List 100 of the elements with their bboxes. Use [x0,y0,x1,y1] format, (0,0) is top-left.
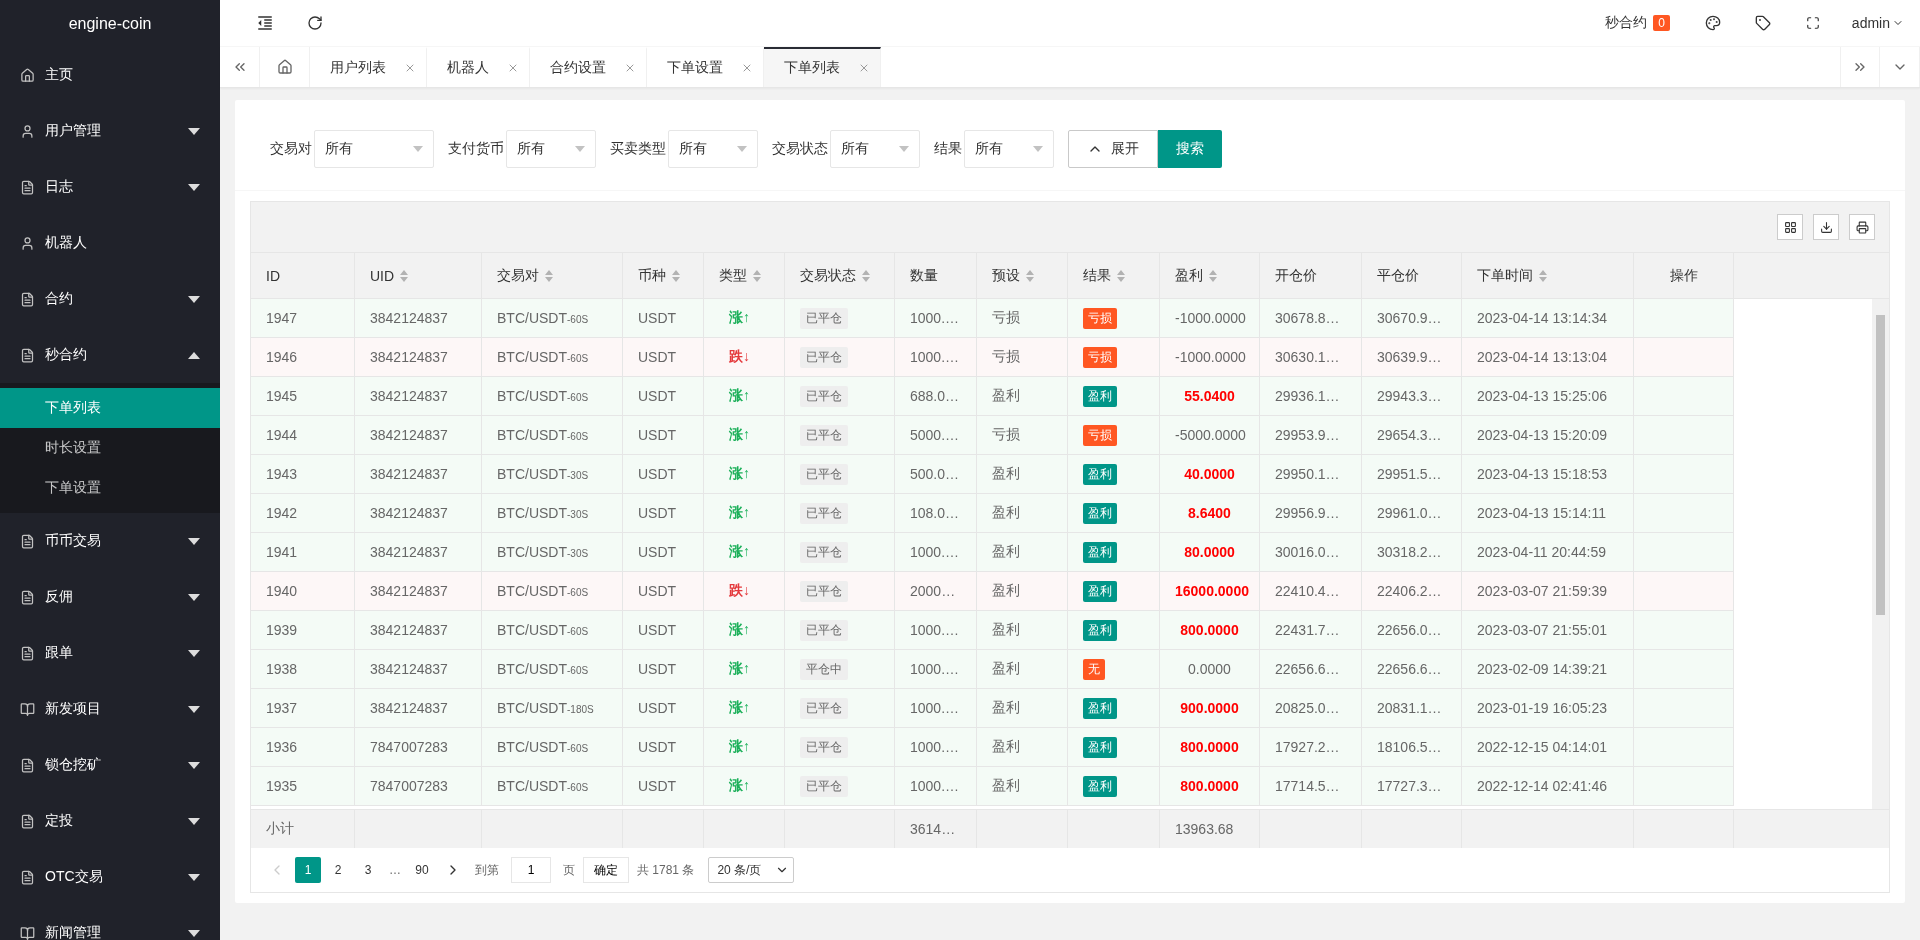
close-icon[interactable] [858,62,870,74]
export-icon[interactable] [1813,214,1839,240]
direction-text: 涨↑ [729,660,750,678]
document-icon [20,813,35,829]
tab[interactable]: 合约设置 [530,47,647,87]
sort-icon[interactable] [862,269,870,282]
result-tag: 盈利 [1083,385,1117,407]
print-icon[interactable] [1849,214,1875,240]
filter-select[interactable]: 所有 [314,130,434,168]
filter-select[interactable]: 所有 [964,130,1054,168]
document-icon [20,291,35,307]
sort-icon[interactable] [1117,269,1125,282]
submenu-item[interactable]: 时长设置 [0,428,220,468]
close-icon[interactable] [404,62,416,74]
result-tag: 无 [1083,658,1105,680]
filter-select[interactable]: 所有 [668,130,758,168]
confirm-button[interactable]: 确定 [583,857,629,883]
scrollbar[interactable] [1872,299,1889,809]
caret-icon [188,295,200,303]
column-header: ID [266,267,280,284]
caret-icon [188,127,200,135]
sidebar-item[interactable]: OTC交易 [0,849,220,905]
status-tag: 已平仓 [800,424,848,446]
page-button[interactable]: 2 [325,857,351,883]
status-tag: 已平仓 [800,541,848,563]
caret-icon [1033,146,1043,152]
user-menu[interactable]: admin [1851,15,1904,31]
page-button[interactable]: 1 [295,857,321,883]
table-cell: 1000.… [910,544,960,560]
caret-icon [188,649,200,657]
caret-icon [899,146,909,152]
table-cell: 1936 [266,739,298,755]
expand-button[interactable]: 展开 [1068,130,1158,168]
sidebar-item[interactable]: 主页 [0,47,220,103]
table-cell: 3842124837 [370,622,448,638]
sidebar-item[interactable]: 币币交易 [0,513,220,569]
sidebar-item[interactable]: 日志 [0,159,220,215]
page-input[interactable]: 1 [511,857,551,883]
tab[interactable]: 下单设置 [647,47,764,87]
page-size-select[interactable]: 20 条/页 [708,857,795,883]
close-icon[interactable] [507,62,519,74]
sort-icon[interactable] [1026,269,1034,282]
sidebar-item[interactable]: 新闻管理 [0,905,220,940]
sidebar-item[interactable]: 合约 [0,271,220,327]
table-cell: 2023-04-14 13:14:34 [1477,310,1607,326]
sidebar-item[interactable]: 锁仓挖矿 [0,737,220,793]
result-tag: 盈利 [1083,697,1117,719]
close-icon[interactable] [624,62,636,74]
page-button[interactable]: 3 [355,857,381,883]
sidebar-item[interactable]: 反佣 [0,569,220,625]
sort-icon[interactable] [545,269,553,282]
submenu-item[interactable]: 下单设置 [0,468,220,508]
sort-icon[interactable] [672,269,680,282]
table-cell: 2023-04-13 15:18:53 [1477,466,1607,482]
count-badge: 0 [1653,15,1670,31]
sort-icon[interactable] [400,269,409,282]
close-icon[interactable] [741,62,753,74]
table-cell: USDT [638,466,677,482]
sort-icon[interactable] [1539,269,1547,282]
table-cell: 1943 [266,466,298,482]
filter-select[interactable]: 所有 [830,130,920,168]
tab[interactable]: 机器人 [427,47,530,87]
filter-select[interactable]: 所有 [506,130,596,168]
sidebar-item[interactable]: 定投 [0,793,220,849]
submenu-item[interactable]: 下单列表 [0,388,220,428]
profit-text: 8.6400 [1188,505,1231,521]
result-tag: 盈利 [1083,619,1117,641]
table-cell: 小计 [266,820,294,838]
sort-icon[interactable] [1209,269,1217,282]
table-cell: 1940 [266,583,298,599]
result-tag: 亏损 [1083,346,1117,368]
document-icon [20,869,35,885]
column-header: 数量 [910,266,938,285]
columns-icon[interactable] [1777,214,1803,240]
search-button[interactable]: 搜索 [1158,130,1222,168]
sidebar-item[interactable]: 跟单 [0,625,220,681]
table-cell: 2023-04-13 15:25:06 [1477,388,1607,404]
profit-text: 900.0000 [1180,700,1239,716]
table-cell: 盈利 [992,660,1020,678]
tab[interactable]: 用户列表 [310,47,427,87]
table-cell: 1946 [266,349,298,365]
result-tag: 盈利 [1083,580,1117,602]
profit-text: 800.0000 [1180,778,1239,794]
table-cell: 3842124837 [370,388,448,404]
table-cell: BTC/USDT-60S [497,388,589,404]
tabs-right-icon[interactable] [1840,47,1880,87]
sidebar-item[interactable]: 新发项目 [0,681,220,737]
sidebar-item[interactable]: 秒合约 [0,327,220,383]
result-tag: 盈利 [1083,502,1117,524]
page-button[interactable]: 90 [409,857,435,883]
table-cell: 1939 [266,622,298,638]
notice-label[interactable]: 秒合约 [1605,14,1648,32]
status-tag: 已平仓 [800,697,848,719]
sidebar-item[interactable]: 机器人 [0,215,220,271]
tab[interactable]: 下单列表 [764,47,881,87]
sidebar-item[interactable]: 用户管理 [0,103,220,159]
sort-icon[interactable] [753,269,761,282]
table-cell: 3842124837 [370,427,448,443]
direction-text: 涨↑ [729,738,750,756]
table-cell: 29950.1… [1275,466,1340,482]
